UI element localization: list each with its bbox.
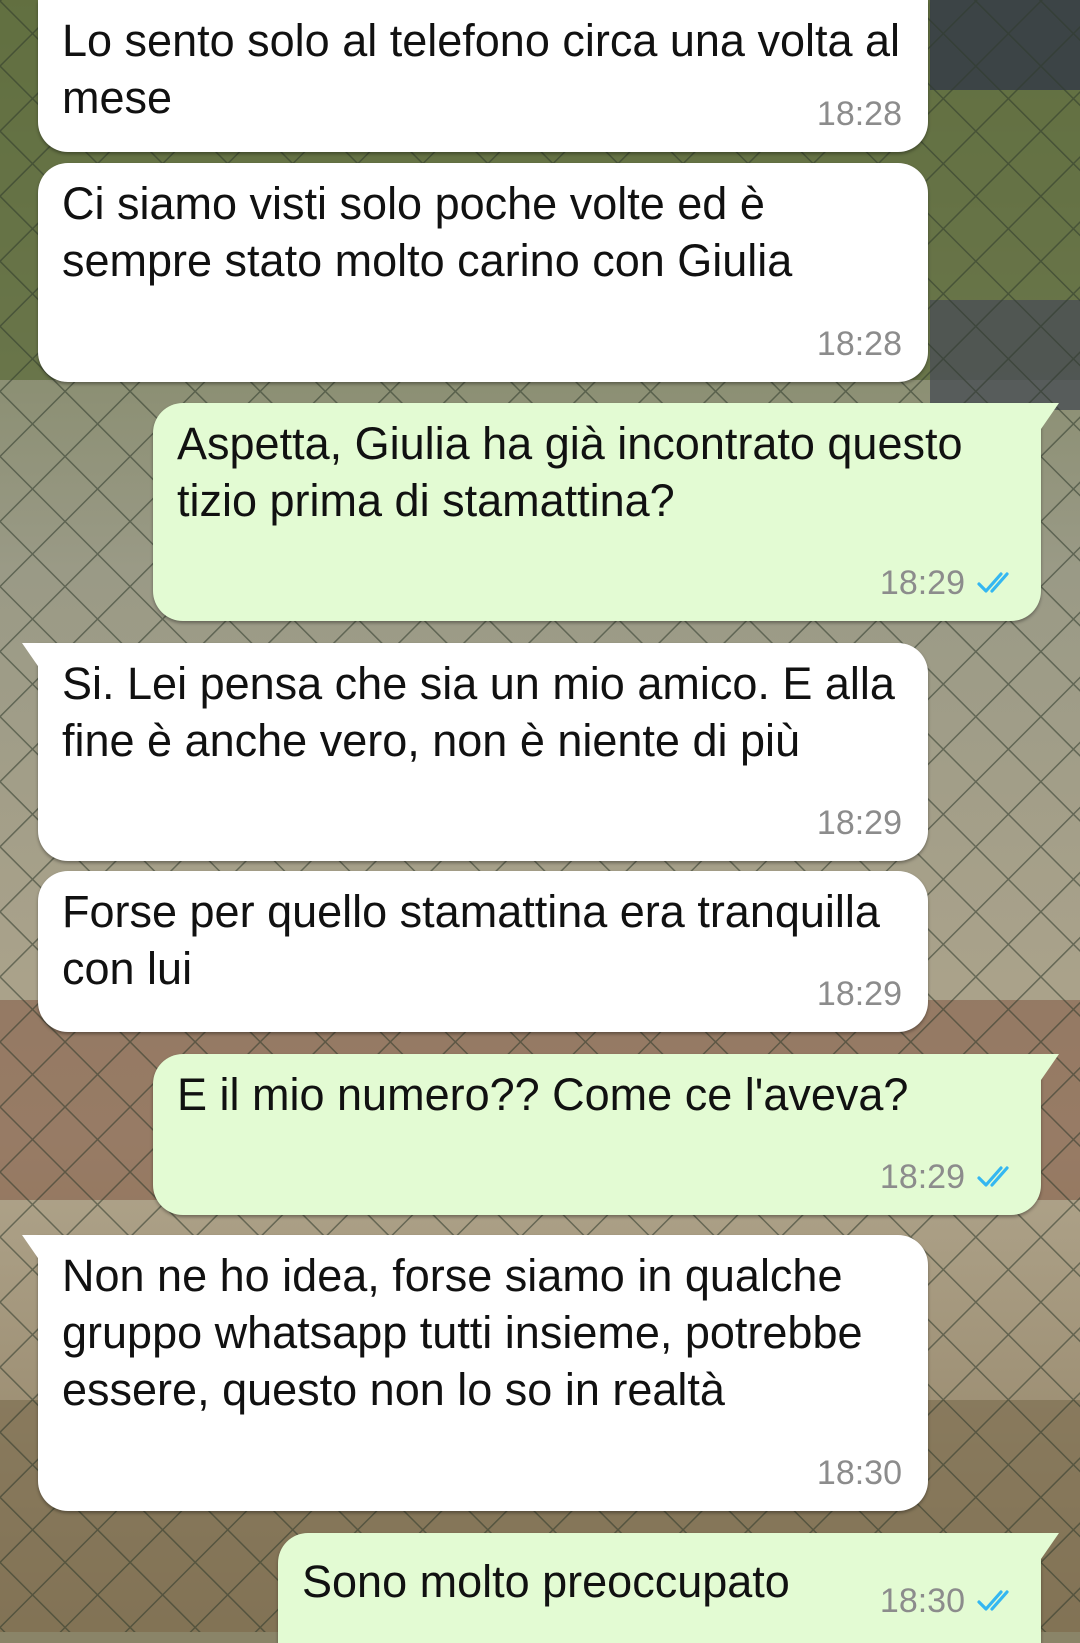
message-meta: 18:29: [880, 563, 1017, 603]
double-check-read-icon: [977, 1590, 1009, 1611]
message-meta: 18:28: [817, 94, 902, 134]
bubble-tail-icon: [1025, 1054, 1059, 1080]
message-bubble-outgoing[interactable]: E il mio numero?? Come ce l'aveva? 18:29: [153, 1054, 1059, 1215]
double-check-read-icon: [977, 572, 1009, 593]
message-bubble-incoming[interactable]: Non ne ho idea, forse siamo in qualche g…: [22, 1235, 928, 1511]
message-meta: 18:30: [880, 1581, 1017, 1621]
message-time: 18:29: [816, 975, 902, 1013]
bubble-tail-icon: [22, 643, 56, 669]
message-text: E il mio numero?? Come ce l'aveva?: [177, 1069, 909, 1120]
message-bubble-incoming[interactable]: Si. Lei pensa che sia un mio amico. E al…: [22, 643, 928, 861]
message-time: 18:29: [879, 564, 965, 602]
message-bubble-incoming[interactable]: Lo sento solo al telefono circa una volt…: [38, 0, 928, 152]
message-text: Forse per quello stamattina era tranquil…: [62, 886, 880, 994]
message-time: 18:29: [879, 1158, 965, 1196]
message-meta: 18:29: [817, 974, 902, 1014]
message-text: Non ne ho idea, forse siamo in qualche g…: [62, 1250, 863, 1415]
message-bubble-incoming[interactable]: Ci siamo visti solo poche volte ed è sem…: [38, 163, 928, 382]
message-time: 18:28: [816, 95, 902, 133]
bubble-tail-icon: [1025, 403, 1059, 429]
message-text: Ci siamo visti solo poche volte ed è sem…: [62, 178, 793, 286]
message-meta: 18:30: [817, 1453, 902, 1493]
message-time: 18:30: [816, 1454, 902, 1492]
double-check-read-icon: [977, 1166, 1009, 1187]
message-time: 18:30: [879, 1582, 965, 1620]
message-bubble-incoming[interactable]: Forse per quello stamattina era tranquil…: [38, 871, 928, 1032]
message-meta: 18:29: [817, 803, 902, 843]
bubble-tail-icon: [1025, 1533, 1059, 1559]
message-time: 18:28: [816, 325, 902, 363]
message-text: Lo sento solo al telefono circa una volt…: [62, 15, 901, 123]
message-bubble-outgoing[interactable]: Aspetta, Giulia ha già incontrato questo…: [153, 403, 1059, 621]
message-time: 18:29: [816, 804, 902, 842]
message-text: Si. Lei pensa che sia un mio amico. E al…: [62, 658, 895, 766]
bubble-tail-icon: [22, 1235, 56, 1261]
message-bubble-outgoing[interactable]: Sono molto preoccupato 18:30: [278, 1533, 1059, 1643]
message-text: Aspetta, Giulia ha già incontrato questo…: [177, 418, 963, 526]
message-list[interactable]: Lo sento solo al telefono circa una volt…: [0, 0, 1080, 1643]
message-meta: 18:28: [817, 324, 902, 364]
message-meta: 18:29: [880, 1157, 1017, 1197]
